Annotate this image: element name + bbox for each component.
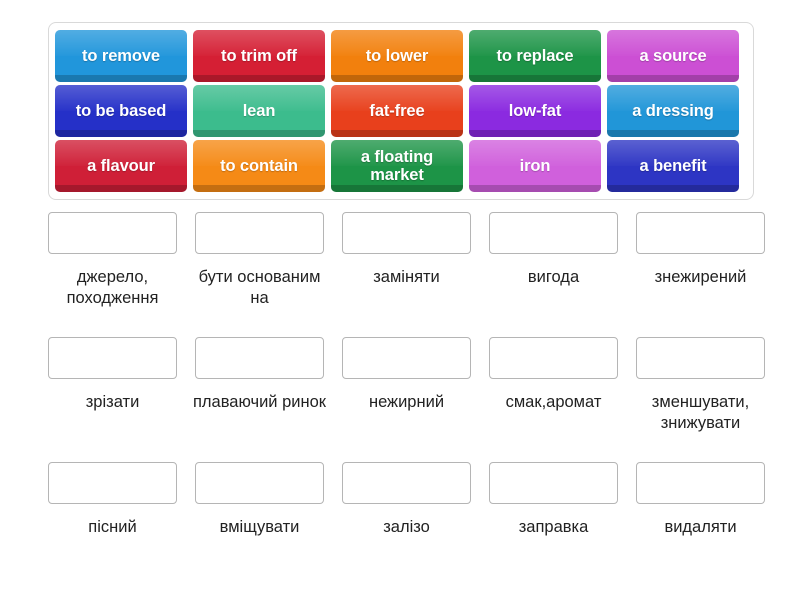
- word-tile[interactable]: a benefit: [607, 140, 739, 192]
- dropzone[interactable]: [48, 212, 177, 254]
- word-tile-label: low-fat: [508, 101, 562, 120]
- answer-label: заміняти: [373, 268, 440, 286]
- activity-root: to remove to trim off to lower to replac…: [0, 0, 800, 600]
- answer-cell: бути основаним на: [195, 212, 324, 337]
- answer-cell: нежирний: [342, 337, 471, 462]
- answer-label: плаваючий ринок: [192, 393, 327, 411]
- word-tile-label: to contain: [220, 156, 298, 175]
- dropzone[interactable]: [342, 337, 471, 379]
- answer-label: вміщувати: [219, 518, 300, 536]
- word-tile[interactable]: a dressing: [607, 85, 739, 137]
- answer-row: джерело, походження бути основаним на за…: [48, 212, 765, 337]
- word-tile[interactable]: iron: [469, 140, 601, 192]
- word-tile-label: iron: [519, 156, 551, 175]
- word-tile-label: a benefit: [639, 156, 707, 175]
- answer-grid: джерело, походження бути основаним на за…: [48, 212, 765, 587]
- tile-row: to remove to trim off to lower to replac…: [55, 30, 747, 82]
- word-tile-label: a dressing: [632, 101, 714, 120]
- word-tile[interactable]: a source: [607, 30, 739, 82]
- word-tile[interactable]: fat-free: [331, 85, 463, 137]
- word-tile-label: a floating market: [360, 147, 434, 184]
- answer-label: пісний: [88, 518, 137, 536]
- dropzone[interactable]: [636, 462, 765, 504]
- word-tile[interactable]: to contain: [193, 140, 325, 192]
- answer-label: джерело, походження: [66, 268, 159, 308]
- answer-label: заправка: [518, 518, 589, 536]
- tile-row: a flavour to contain a floating market i…: [55, 140, 747, 192]
- answer-label: смак,аромат: [505, 393, 602, 411]
- dropzone[interactable]: [48, 462, 177, 504]
- answer-cell: заміняти: [342, 212, 471, 337]
- word-tile[interactable]: to replace: [469, 30, 601, 82]
- tile-bank-panel: to remove to trim off to lower to replac…: [48, 22, 754, 200]
- answer-cell: вміщувати: [195, 462, 324, 587]
- answer-cell: плаваючий ринок: [193, 337, 326, 462]
- dropzone[interactable]: [489, 337, 618, 379]
- word-tile[interactable]: a flavour: [55, 140, 187, 192]
- dropzone[interactable]: [489, 462, 618, 504]
- answer-label: вигода: [527, 268, 580, 286]
- answer-label: знежирений: [654, 268, 747, 286]
- dropzone[interactable]: [195, 212, 324, 254]
- word-tile[interactable]: low-fat: [469, 85, 601, 137]
- answer-label: видаляти: [664, 518, 737, 536]
- word-tile-label: lean: [242, 101, 276, 120]
- dropzone[interactable]: [195, 462, 324, 504]
- tile-row: to be based lean fat-free low-fat a dres…: [55, 85, 747, 137]
- dropzone[interactable]: [489, 212, 618, 254]
- answer-cell: зрізати: [48, 337, 177, 462]
- answer-row: пісний вміщувати залізо заправка видалят…: [48, 462, 765, 587]
- answer-cell: смак,аромат: [489, 337, 618, 462]
- word-tile[interactable]: to trim off: [193, 30, 325, 82]
- answer-cell: заправка: [489, 462, 618, 587]
- answer-label: бути основаним на: [198, 268, 321, 308]
- answer-cell: знежирений: [636, 212, 765, 337]
- dropzone[interactable]: [195, 337, 324, 379]
- word-tile[interactable]: a floating market: [331, 140, 463, 192]
- answer-cell: пісний: [48, 462, 177, 587]
- dropzone[interactable]: [636, 337, 765, 379]
- dropzone[interactable]: [48, 337, 177, 379]
- word-tile-label: fat-free: [369, 101, 425, 120]
- word-tile-label: a source: [639, 46, 707, 65]
- dropzone[interactable]: [342, 212, 471, 254]
- dropzone[interactable]: [636, 212, 765, 254]
- answer-label: зрізати: [85, 393, 140, 411]
- answer-cell: джерело, походження: [48, 212, 177, 337]
- word-tile[interactable]: lean: [193, 85, 325, 137]
- answer-cell: зменшувати, знижувати: [636, 337, 765, 462]
- answer-cell: залізо: [342, 462, 471, 587]
- word-tile[interactable]: to be based: [55, 85, 187, 137]
- word-tile-label: to lower: [365, 46, 429, 65]
- dropzone[interactable]: [342, 462, 471, 504]
- word-tile-label: to remove: [82, 46, 160, 65]
- answer-label: зменшувати, знижувати: [651, 393, 750, 433]
- word-tile-label: to replace: [496, 46, 574, 65]
- word-tile[interactable]: to remove: [55, 30, 187, 82]
- answer-cell: видаляти: [636, 462, 765, 587]
- answer-label: нежирний: [368, 393, 445, 411]
- word-tile[interactable]: to lower: [331, 30, 463, 82]
- word-tile-label: to be based: [75, 101, 167, 120]
- answer-label: залізо: [383, 518, 430, 536]
- answer-cell: вигода: [489, 212, 618, 337]
- answer-row: зрізати плаваючий ринок нежирний смак,ар…: [48, 337, 765, 462]
- word-tile-label: a flavour: [87, 156, 155, 175]
- word-tile-label: to trim off: [221, 46, 297, 65]
